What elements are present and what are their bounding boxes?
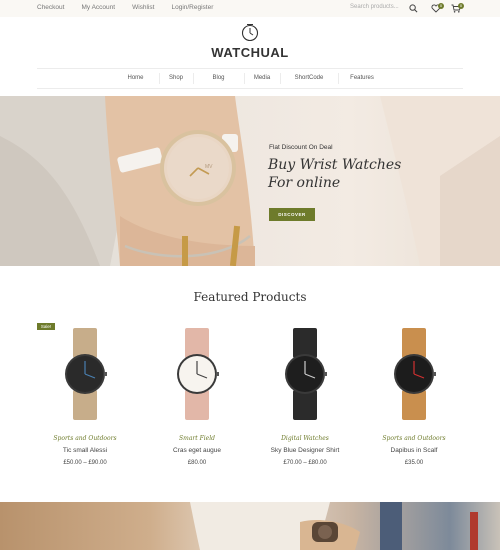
discover-button[interactable]: DISCOVER — [269, 208, 315, 221]
watch-strap-bottom — [73, 390, 97, 420]
bottom-banner-image — [190, 502, 478, 550]
checkout-link[interactable]: Checkout — [37, 4, 64, 11]
product-card[interactable]: Sports and Outdoors Dapibus in Scalf £35… — [364, 324, 464, 474]
hero-title: Buy Wrist Watches For online — [268, 156, 468, 192]
product-image[interactable] — [45, 324, 125, 424]
watch-strap-top — [185, 328, 209, 358]
product-price: £80.00 — [187, 460, 207, 466]
product-category[interactable]: Sports and Outdoors — [35, 435, 135, 442]
wishlist-link[interactable]: Wishlist — [132, 4, 154, 11]
product-name[interactable]: Sky Blue Designer Shirt — [255, 447, 355, 454]
product-image[interactable] — [157, 324, 237, 424]
my-account-link[interactable]: My Account — [81, 4, 115, 11]
watch-strap-bottom — [293, 390, 317, 420]
watch-strap-bottom — [402, 390, 426, 420]
product-name[interactable]: Tic small Alessi — [35, 447, 135, 454]
svg-text:MV: MV — [205, 164, 213, 170]
product-image[interactable] — [374, 324, 454, 424]
top-bar: Checkout My Account Wishlist Login/Regis… — [0, 0, 500, 17]
watch-strap-top — [402, 328, 426, 358]
site-logo[interactable]: WATCHUAL — [0, 45, 500, 60]
bottom-banner — [0, 502, 500, 550]
nav-item-blog[interactable]: Blog — [193, 69, 244, 88]
product-category[interactable]: Smart Field — [147, 435, 247, 442]
product-category[interactable]: Digital Watches — [255, 435, 355, 442]
search-input[interactable]: Search products... — [350, 4, 399, 10]
product-category[interactable]: Sports and Outdoors — [364, 435, 464, 442]
nav-item-home[interactable]: Home — [112, 69, 159, 88]
hero-title-line: For online — [268, 175, 341, 191]
sale-badge: Sale! — [37, 323, 55, 330]
product-price: £35.00 — [404, 460, 424, 466]
nav-item-features[interactable]: Features — [338, 69, 386, 88]
cart-count-badge: 0 — [458, 3, 464, 9]
watch-crown — [324, 372, 327, 376]
top-links: Checkout My Account Wishlist Login/Regis… — [37, 4, 230, 11]
watch-crown — [104, 372, 107, 376]
watch-crown — [216, 372, 219, 376]
product-image[interactable] — [265, 324, 345, 424]
hero-banner: MV Flat Discount On Deal Buy Wrist Watch… — [0, 96, 500, 266]
nav-item-media[interactable]: Media — [244, 69, 280, 88]
watch-strap-top — [73, 328, 97, 358]
wishlist-count-badge: 0 — [438, 3, 444, 9]
main-nav: Home Shop Blog Media ShortCode Features — [37, 68, 463, 89]
product-card[interactable]: Digital Watches Sky Blue Designer Shirt … — [255, 324, 355, 474]
watch-crown — [433, 372, 436, 376]
login-register-link[interactable]: Login/Register — [171, 4, 213, 11]
product-name[interactable]: Cras eget augue — [147, 447, 247, 454]
watch-strap-top — [293, 328, 317, 358]
section-title: Featured Products — [193, 290, 307, 304]
product-price: £70.00 – £80.00 — [283, 460, 327, 466]
product-card[interactable]: Sports and Outdoors Tic small Alessi £50… — [35, 324, 135, 474]
product-card[interactable]: Smart Field Cras eget augue £80.00 — [147, 324, 247, 474]
search-icon[interactable] — [409, 4, 418, 13]
hero-title-line: Buy Wrist Watches — [268, 157, 402, 173]
nav-item-shortcode[interactable]: ShortCode — [280, 69, 338, 88]
nav-item-shop[interactable]: Shop — [159, 69, 193, 88]
hero-eyebrow: Flat Discount On Deal — [269, 144, 333, 151]
watch-logo-icon[interactable] — [241, 24, 259, 42]
product-name[interactable]: Dapibus in Scalf — [364, 447, 464, 454]
product-price: £50.00 – £90.00 — [63, 460, 107, 466]
watch-strap-bottom — [185, 390, 209, 420]
